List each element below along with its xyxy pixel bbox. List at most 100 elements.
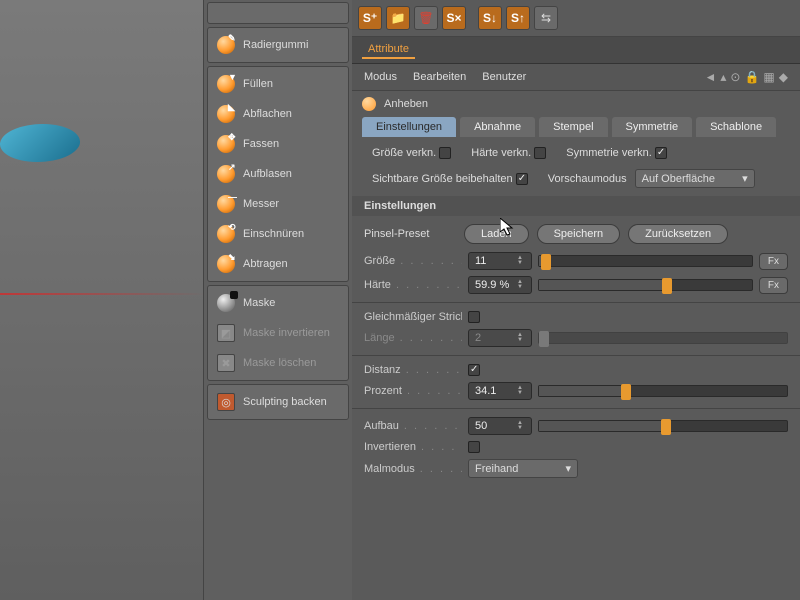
check-invertieren[interactable]: [468, 441, 480, 453]
tab-stempel[interactable]: Stempel: [539, 117, 607, 137]
tool-label: Abflachen: [243, 108, 292, 120]
chevron-down-icon: ▾: [565, 462, 571, 475]
tool-label: Messer: [243, 198, 279, 210]
tool-sculpting-backen[interactable]: ◎Sculpting backen: [211, 388, 345, 416]
check-sichtbare-groesse[interactable]: [516, 173, 528, 185]
tab-einstellungen[interactable]: Einstellungen: [362, 117, 456, 137]
spin-down-icon[interactable]: ▼: [517, 391, 525, 396]
tool-panel: ✎ Radiergummi ▼Füllen ◣Abflachen ✥Fassen…: [204, 0, 352, 600]
value-aufbau: 50: [475, 420, 487, 432]
mesh-object: [0, 121, 82, 166]
slider-laenge: [538, 332, 788, 344]
tool-label: Aufblasen: [243, 168, 292, 180]
label-aufbau: Aufbau: [364, 420, 399, 432]
slider-groesse[interactable]: [538, 255, 753, 267]
value-groesse: 11: [475, 255, 486, 267]
link-row: Größe verkn. Härte verkn. Symmetrie verk…: [364, 145, 788, 161]
tool-abflachen[interactable]: ◣Abflachen: [211, 100, 345, 128]
speichern-button[interactable]: Speichern: [537, 224, 621, 244]
zuruecksetzen-button[interactable]: Zurücksetzen: [628, 224, 728, 244]
toolbar-btn-s1[interactable]: S↓: [478, 6, 502, 30]
tab-symmetrie[interactable]: Symmetrie: [612, 117, 693, 137]
toolbar-btn-trash[interactable]: 🗑: [414, 6, 438, 30]
tool-label: Einschnüren: [243, 228, 304, 240]
toolbar-btn-sx[interactable]: S×: [442, 6, 466, 30]
tool-group-top: [207, 2, 349, 24]
tool-aufblasen[interactable]: ↗Aufblasen: [211, 160, 345, 188]
tool-maske[interactable]: Maske: [211, 289, 345, 317]
label-haerte-verkn: Härte verkn.: [471, 147, 531, 159]
toolbar-btn-1[interactable]: S⁺: [358, 6, 382, 30]
tool-fassen[interactable]: ✥Fassen: [211, 130, 345, 158]
dropdown-malmodus[interactable]: Freihand▾: [468, 459, 578, 478]
menu-bearbeiten[interactable]: Bearbeiten: [413, 71, 466, 83]
spin-down-icon[interactable]: ▼: [517, 426, 525, 431]
tool-maske-loeschen[interactable]: ✖Maske löschen: [211, 349, 345, 377]
tool-fuellen[interactable]: ▼Füllen: [211, 70, 345, 98]
dropdown-vorschaumodus[interactable]: Auf Oberfläche▾: [635, 169, 755, 188]
toolbar-btn-folder[interactable]: 📁: [386, 6, 410, 30]
tool-messer[interactable]: —Messer: [211, 190, 345, 218]
tool-label: Sculpting backen: [243, 396, 327, 408]
lock-icon[interactable]: 🔒: [744, 70, 759, 84]
check-groesse-verkn[interactable]: [439, 147, 451, 159]
check-sym-verkn[interactable]: [655, 147, 667, 159]
input-haerte[interactable]: 59.9 %▲▼: [468, 276, 532, 294]
value-haerte: 59.9 %: [475, 279, 509, 291]
slider-aufbau[interactable]: [538, 420, 788, 432]
label-vorschaumodus: Vorschaumodus: [548, 173, 627, 185]
label-groesse: Größe: [364, 255, 395, 267]
tool-group-brushes: ▼Füllen ◣Abflachen ✥Fassen ↗Aufblasen —M…: [207, 66, 349, 282]
menu-modus[interactable]: Modus: [364, 71, 397, 83]
label-preset: Pinsel-Preset: [364, 228, 456, 240]
slider-prozent[interactable]: [538, 385, 788, 397]
menu-benutzer[interactable]: Benutzer: [482, 71, 526, 83]
nav-up-icon[interactable]: ▴: [720, 70, 726, 84]
check-distanz[interactable]: [468, 364, 480, 376]
row-laenge: Länge . . . . . . . . . . 2▲▼: [364, 329, 788, 347]
toolbar: S⁺ 📁 🗑 S× S↓ S↑ ⇆: [352, 0, 800, 37]
tool-radiergummi[interactable]: ✎ Radiergummi: [211, 31, 345, 59]
check-haerte-verkn[interactable]: [534, 147, 546, 159]
gear-icon[interactable]: ◆: [779, 70, 788, 84]
tab-abnahme[interactable]: Abnahme: [460, 117, 535, 137]
tool-name: Anheben: [384, 98, 428, 110]
fx-haerte[interactable]: Fx: [759, 277, 788, 294]
tab-schablone[interactable]: Schablone: [696, 117, 776, 137]
label-sichtbare-groesse: Sichtbare Größe beibehalten: [372, 173, 513, 185]
label-groesse-verkn: Größe verkn.: [372, 147, 436, 159]
check-even[interactable]: [468, 311, 480, 323]
tool-group-eraser: ✎ Radiergummi: [207, 27, 349, 63]
tool-einschnueren[interactable]: ⟲Einschnüren: [211, 220, 345, 248]
tool-abtragen[interactable]: ⬊Abtragen: [211, 250, 345, 278]
pin-icon[interactable]: ⊙: [730, 70, 740, 84]
tool-group-mask: Maske ◩Maske invertieren ✖Maske löschen: [207, 285, 349, 381]
label-laenge: Länge: [364, 332, 395, 344]
attribute-tab[interactable]: Attribute: [362, 41, 415, 59]
clip-icon[interactable]: ▦: [763, 70, 774, 84]
tool-label: Maske: [243, 297, 275, 309]
label-prozent: Prozent: [364, 385, 402, 397]
tool-maske-invertieren[interactable]: ◩Maske invertieren: [211, 319, 345, 347]
label-distanz: Distanz: [364, 364, 401, 376]
label-malmodus: Malmodus: [364, 463, 415, 475]
input-aufbau[interactable]: 50▲▼: [468, 417, 532, 435]
toolbar-btn-swap[interactable]: ⇆: [534, 6, 558, 30]
label-even: Gleichmäßiger Strich: [364, 311, 462, 323]
form-area: Größe verkn. Härte verkn. Symmetrie verk…: [352, 137, 800, 486]
axis-x: [0, 293, 205, 295]
nav-back-icon[interactable]: ◄: [704, 70, 716, 84]
viewport-3d[interactable]: [0, 0, 204, 600]
slider-haerte[interactable]: [538, 279, 753, 291]
input-prozent[interactable]: 34.1▲▼: [468, 382, 532, 400]
value-laenge: 2: [475, 332, 481, 344]
input-groesse[interactable]: 11▲▼: [468, 252, 532, 270]
laden-button[interactable]: Laden: [464, 224, 529, 244]
preview-row: Sichtbare Größe beibehalten Vorschaumodu…: [364, 167, 788, 190]
row-malmodus: Malmodus . . . . . . Freihand▾: [364, 459, 788, 478]
spin-down-icon[interactable]: ▼: [517, 261, 525, 266]
row-aufbau: Aufbau . . . . . . . . . 50▲▼: [364, 417, 788, 435]
fx-groesse[interactable]: Fx: [759, 253, 788, 270]
toolbar-btn-s2[interactable]: S↑: [506, 6, 530, 30]
spin-down-icon[interactable]: ▼: [517, 285, 525, 290]
